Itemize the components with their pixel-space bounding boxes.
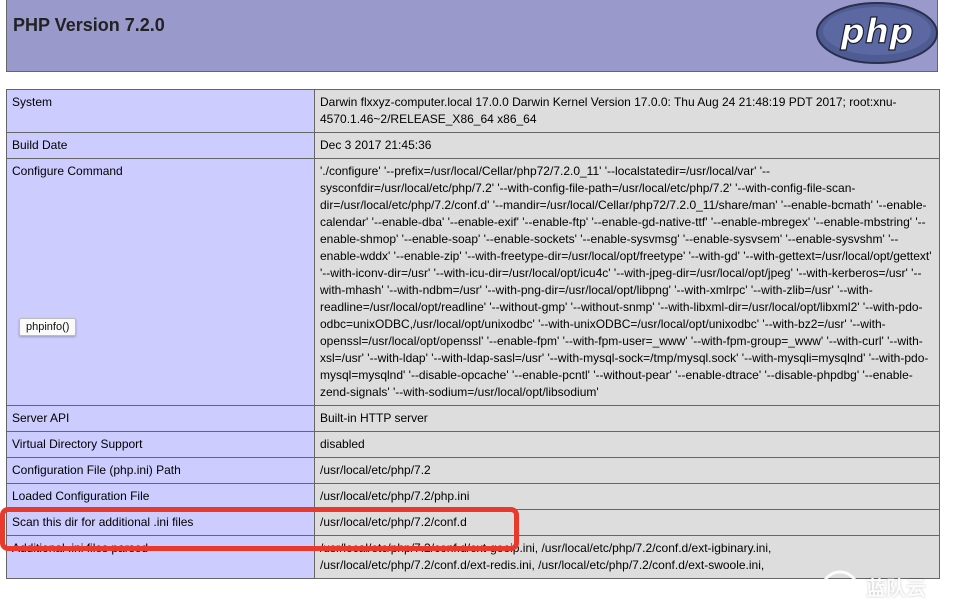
- php-logo: php: [816, 2, 938, 64]
- watermark-url: www.landui.com: [866, 599, 932, 608]
- row-value: /usr/local/etc/php/7.2/conf.d: [314, 509, 940, 536]
- row-value: Dec 3 2017 21:45:36: [314, 132, 940, 159]
- row-label: Virtual Directory Support: [6, 431, 315, 458]
- table-row: Loaded Configuration File/usr/local/etc/…: [6, 483, 940, 510]
- row-value: /usr/local/etc/php/7.2: [314, 457, 940, 484]
- row-label: Build Date: [6, 132, 315, 159]
- row-label: Configure Command: [6, 158, 315, 406]
- tooltip: phpinfo(): [19, 318, 77, 336]
- table-row: Virtual Directory Support disabled: [6, 431, 940, 458]
- table-row: Scan this dir for additional .ini files /…: [6, 509, 940, 536]
- row-label: Server API: [6, 405, 315, 432]
- row-label: Additional .ini files parsed: [6, 535, 315, 579]
- row-label: Loaded Configuration File: [6, 483, 315, 510]
- table-row: Additional .ini files parsed/usr/local/e…: [6, 535, 940, 579]
- table-row: Configuration File (php.ini) Path/usr/lo…: [6, 457, 940, 484]
- row-value: disabled: [314, 431, 940, 458]
- info-table: System Darwin flxxyz-computer.local 17.0.…: [6, 89, 940, 579]
- row-value: /usr/local/etc/php/7.2/conf.d/ext-geoip.…: [314, 535, 940, 579]
- row-value: /usr/local/etc/php/7.2/php.ini: [314, 483, 940, 510]
- row-label: System: [6, 89, 315, 133]
- row-label: Configuration File (php.ini) Path: [6, 457, 315, 484]
- row-value: './configure' '--prefix=/usr/local/Cella…: [314, 158, 940, 406]
- table-row: Server API Built-in HTTP server: [6, 405, 940, 432]
- page-header: PHP Version 7.2.0 php: [6, 0, 938, 72]
- row-value: Darwin flxxyz-computer.local 17.0.0 Darw…: [314, 89, 940, 133]
- php-logo-text: php: [840, 12, 914, 52]
- row-value: Built-in HTTP server: [314, 405, 940, 432]
- page-title: PHP Version 7.2.0: [13, 15, 165, 35]
- table-row: Configure Command './configure' '--prefix…: [6, 158, 940, 406]
- table-row: System Darwin flxxyz-computer.local 17.0.…: [6, 89, 940, 133]
- row-label: Scan this dir for additional .ini files: [6, 509, 315, 536]
- table-row: Build Date Dec 3 2017 21:45:36: [6, 132, 940, 159]
